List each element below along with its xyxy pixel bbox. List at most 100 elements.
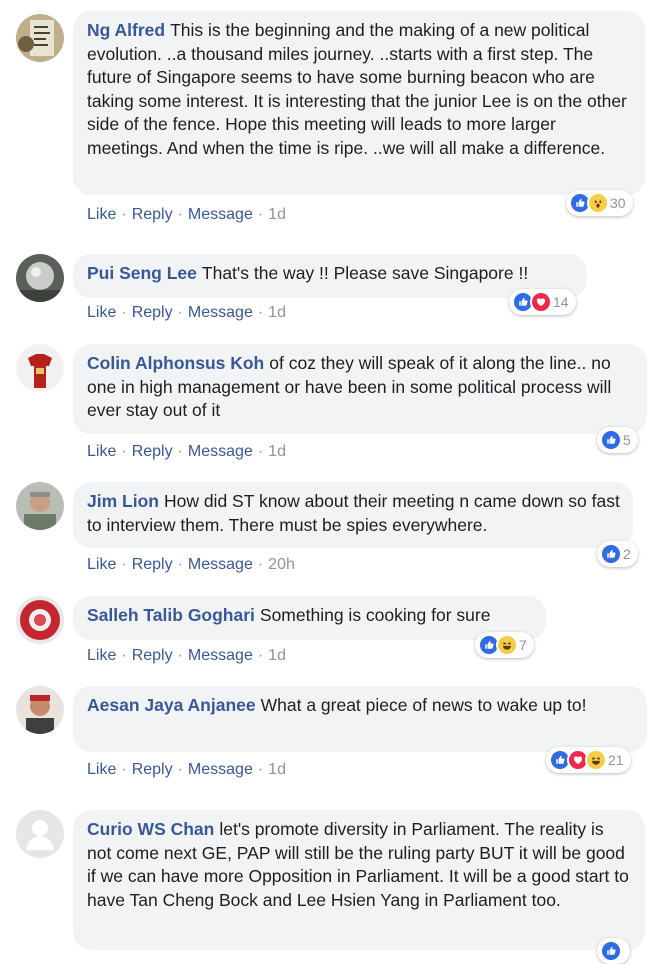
timestamp[interactable]: 1d <box>268 443 286 460</box>
reply-link[interactable]: Reply <box>132 556 173 573</box>
like-icon <box>600 940 622 962</box>
message-link[interactable]: Message <box>188 304 253 321</box>
comment-actions: Like · Reply · Message · 1d <box>87 761 286 779</box>
comment-author[interactable]: Salleh Talib Goghari <box>87 605 255 625</box>
message-link[interactable]: Message <box>188 443 253 460</box>
separator: · <box>257 647 264 664</box>
comment-bubble: Aesan Jaya Anjanee What a great piece of … <box>73 686 647 752</box>
comment-author[interactable]: Ng Alfred <box>87 20 165 40</box>
separator: · <box>121 556 127 573</box>
timestamp[interactable]: 1d <box>268 761 286 778</box>
comment-bubble: Pui Seng Lee That's the way !! Please sav… <box>73 254 587 298</box>
message-link[interactable]: Message <box>188 206 253 223</box>
comment-bubble: Jim Lion How did ST know about their meet… <box>73 482 633 548</box>
reactions-badge[interactable] <box>597 938 630 964</box>
separator: · <box>257 206 264 223</box>
separator: · <box>177 556 183 573</box>
avatar-image <box>16 482 64 530</box>
reactions-badge[interactable]: 30 <box>566 190 633 216</box>
message-link[interactable]: Message <box>188 761 253 778</box>
separator: · <box>177 761 183 778</box>
separator: · <box>121 304 127 321</box>
comment-author[interactable]: Colin Alphonsus Koh <box>87 353 264 373</box>
timestamp[interactable]: 20h <box>268 556 295 573</box>
reaction-count: 30 <box>610 195 626 211</box>
comment-author[interactable]: Jim Lion <box>87 491 159 511</box>
comment-actions: Like · Reply · Message · 20h <box>87 556 295 574</box>
avatar-image <box>16 810 64 858</box>
reactions-badge[interactable]: 14 <box>509 289 576 315</box>
avatar[interactable] <box>16 254 64 302</box>
wow-icon <box>587 192 609 214</box>
reactions-badge[interactable]: 21 <box>546 747 631 773</box>
comment-actions: Like · Reply · Message · 1d <box>87 647 286 665</box>
comment-actions: Like · Reply · Message · 1d <box>87 206 286 224</box>
like-link[interactable]: Like <box>87 647 116 664</box>
reactions-badge[interactable]: 7 <box>475 632 534 658</box>
reaction-count: 7 <box>519 637 527 653</box>
comment-text: Something is cooking for sure <box>259 605 491 625</box>
avatar-image <box>16 596 64 644</box>
haha-icon <box>496 634 518 656</box>
separator: · <box>257 761 264 778</box>
avatar-image <box>16 344 64 392</box>
reaction-count: 21 <box>608 752 624 768</box>
avatar[interactable] <box>16 482 64 530</box>
reactions-badge[interactable]: 2 <box>597 541 638 567</box>
comment-text: How did ST know about their meeting n ca… <box>87 491 620 535</box>
comment-actions: Like · Reply · Message · 1d <box>87 443 286 461</box>
timestamp[interactable]: 1d <box>268 206 286 223</box>
avatar-image <box>16 14 64 62</box>
separator: · <box>121 206 127 223</box>
separator: · <box>257 443 264 460</box>
comment-bubble: Ng Alfred This is the beginning and the m… <box>73 11 645 195</box>
separator: · <box>257 556 264 573</box>
like-link[interactable]: Like <box>87 761 116 778</box>
separator: · <box>257 304 264 321</box>
separator: · <box>121 761 127 778</box>
comment-author[interactable]: Curio WS Chan <box>87 819 214 839</box>
reaction-count: 2 <box>623 546 631 562</box>
reply-link[interactable]: Reply <box>132 647 173 664</box>
avatar-image <box>16 254 64 302</box>
comment-author[interactable]: Aesan Jaya Anjanee <box>87 695 256 715</box>
timestamp[interactable]: 1d <box>268 647 286 664</box>
separator: · <box>177 304 183 321</box>
timestamp[interactable]: 1d <box>268 304 286 321</box>
avatar[interactable] <box>16 344 64 392</box>
separator: · <box>121 443 127 460</box>
comment-author[interactable]: Pui Seng Lee <box>87 263 197 283</box>
comment-text: That's the way !! Please save Singapore … <box>201 263 529 283</box>
comment-text: This is the beginning and the making of … <box>87 20 627 158</box>
comment-bubble: Curio WS Chan let's promote diversity in … <box>73 810 645 950</box>
message-link[interactable]: Message <box>188 647 253 664</box>
reaction-count: 14 <box>553 294 569 310</box>
separator: · <box>177 647 183 664</box>
avatar[interactable] <box>16 14 64 62</box>
like-link[interactable]: Like <box>87 556 116 573</box>
avatar-image <box>16 686 64 734</box>
like-link[interactable]: Like <box>87 443 116 460</box>
message-link[interactable]: Message <box>188 556 253 573</box>
separator: · <box>177 443 183 460</box>
haha-icon <box>585 749 607 771</box>
like-link[interactable]: Like <box>87 304 116 321</box>
reply-link[interactable]: Reply <box>132 443 173 460</box>
comment-actions: Like · Reply · Message · 1d <box>87 304 286 322</box>
like-icon <box>600 429 622 451</box>
avatar[interactable] <box>16 810 64 858</box>
reaction-count: 5 <box>623 432 631 448</box>
comment-bubble: Colin Alphonsus Koh of coz they will spea… <box>73 344 647 434</box>
reply-link[interactable]: Reply <box>132 304 173 321</box>
reply-link[interactable]: Reply <box>132 206 173 223</box>
comment-bubble: Salleh Talib Goghari Something is cooking… <box>73 596 546 640</box>
like-link[interactable]: Like <box>87 206 116 223</box>
separator: · <box>121 647 127 664</box>
reply-link[interactable]: Reply <box>132 761 173 778</box>
separator: · <box>177 206 183 223</box>
reactions-badge[interactable]: 5 <box>597 427 638 453</box>
avatar[interactable] <box>16 686 64 734</box>
avatar[interactable] <box>16 596 64 644</box>
love-icon <box>530 291 552 313</box>
comment-text: What a great piece of news to wake up to… <box>260 695 587 715</box>
